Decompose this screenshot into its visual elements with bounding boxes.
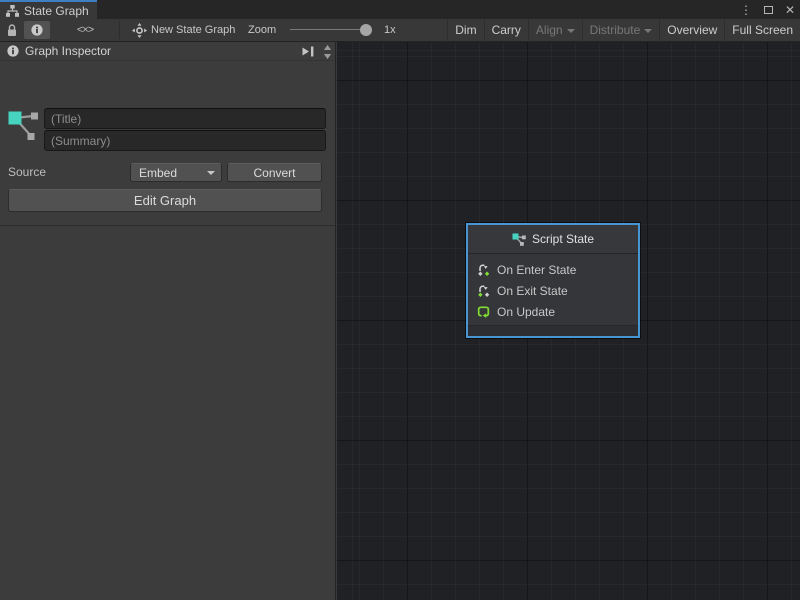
carry-button[interactable]: Carry: [484, 19, 528, 41]
align-label: Align: [536, 23, 563, 37]
state-graph-icon: [6, 5, 19, 17]
zoom-value: 1x: [384, 24, 396, 36]
state-graph-node-icon: [8, 106, 38, 144]
edit-graph-button[interactable]: Edit Graph: [8, 189, 322, 212]
tab-state-graph[interactable]: State Graph: [0, 0, 97, 19]
graph-breadcrumb[interactable]: New State Graph: [151, 19, 235, 41]
tab-title: State Graph: [24, 4, 89, 18]
node-title: Script State: [532, 232, 594, 246]
toolbar-right-group: Dim Carry Align Distribute Overview Full…: [447, 19, 800, 41]
graph-pointer-button[interactable]: [131, 19, 148, 41]
chevron-down-icon: [644, 29, 652, 33]
on-enter-state-icon: [477, 263, 490, 276]
panel-scrubber-icon[interactable]: [323, 45, 332, 59]
zoom-label: Zoom: [248, 24, 276, 36]
graph-inspector-title: Graph Inspector: [25, 44, 111, 58]
toolbar-divider: [119, 21, 120, 39]
event-label: On Enter State: [497, 263, 576, 277]
move-icon: [132, 23, 147, 38]
node-footer: [468, 325, 638, 336]
window-controls: ⋮ ✕: [738, 0, 798, 19]
info-icon: [7, 45, 19, 57]
event-label: On Update: [497, 305, 555, 319]
lock-button[interactable]: [2, 19, 22, 41]
summary-field[interactable]: [44, 130, 326, 151]
graph-inspector-panel: Graph Inspector: [0, 42, 336, 600]
zoom-value-wrap: 1x: [384, 19, 396, 41]
full-screen-button[interactable]: Full Screen: [724, 19, 800, 41]
zoom-label-wrap: Zoom: [248, 19, 276, 41]
info-icon: [31, 24, 43, 36]
convert-button[interactable]: Convert: [227, 163, 322, 182]
chevron-down-icon: [567, 29, 575, 33]
graph-breadcrumb-label: New State Graph: [151, 24, 235, 36]
unity-visual-scripting-window: State Graph ⋮ ✕: [0, 0, 800, 600]
source-label: Source: [8, 165, 46, 179]
event-row-on-enter-state[interactable]: On Enter State: [468, 259, 638, 280]
code-view-button[interactable]: <×>: [70, 19, 100, 41]
panel-divider: [0, 225, 335, 226]
script-state-node[interactable]: Script State On Enter State: [466, 223, 640, 338]
state-graph-node-icon: [512, 233, 526, 246]
script-state-node-header[interactable]: Script State: [468, 225, 638, 254]
chevron-down-icon: [207, 171, 215, 175]
source-dropdown[interactable]: Embed: [130, 163, 222, 182]
on-update-icon: [477, 305, 490, 318]
zoom-slider[interactable]: [290, 19, 372, 41]
more-icon[interactable]: ⋮: [738, 1, 754, 18]
title-bar: State Graph ⋮ ✕: [0, 0, 800, 19]
title-field[interactable]: [44, 108, 326, 129]
script-state-node-body: On Enter State On Exit State: [468, 254, 638, 336]
maximize-icon[interactable]: [760, 1, 776, 18]
source-dropdown-value: Embed: [139, 166, 177, 180]
zoom-slider-thumb[interactable]: [360, 24, 372, 36]
graph-inspector-header: Graph Inspector: [0, 42, 335, 61]
close-icon[interactable]: ✕: [782, 1, 798, 18]
graph-toolbar: <×> New State Graph Zoom 1x: [0, 19, 800, 42]
align-dropdown-button[interactable]: Align: [528, 19, 582, 41]
overview-button[interactable]: Overview: [659, 19, 724, 41]
graph-canvas[interactable]: Script State On Enter State: [337, 42, 800, 600]
lock-icon: [7, 24, 17, 37]
dock-panel-icon[interactable]: [301, 46, 315, 57]
distribute-label: Distribute: [590, 23, 641, 37]
event-row-on-exit-state[interactable]: On Exit State: [468, 280, 638, 301]
dim-button[interactable]: Dim: [447, 19, 483, 41]
event-label: On Exit State: [497, 284, 568, 298]
on-exit-state-icon: [477, 284, 490, 297]
distribute-dropdown-button[interactable]: Distribute: [582, 19, 660, 41]
inspector-toggle-button[interactable]: [24, 21, 50, 39]
event-row-on-update[interactable]: On Update: [468, 301, 638, 322]
